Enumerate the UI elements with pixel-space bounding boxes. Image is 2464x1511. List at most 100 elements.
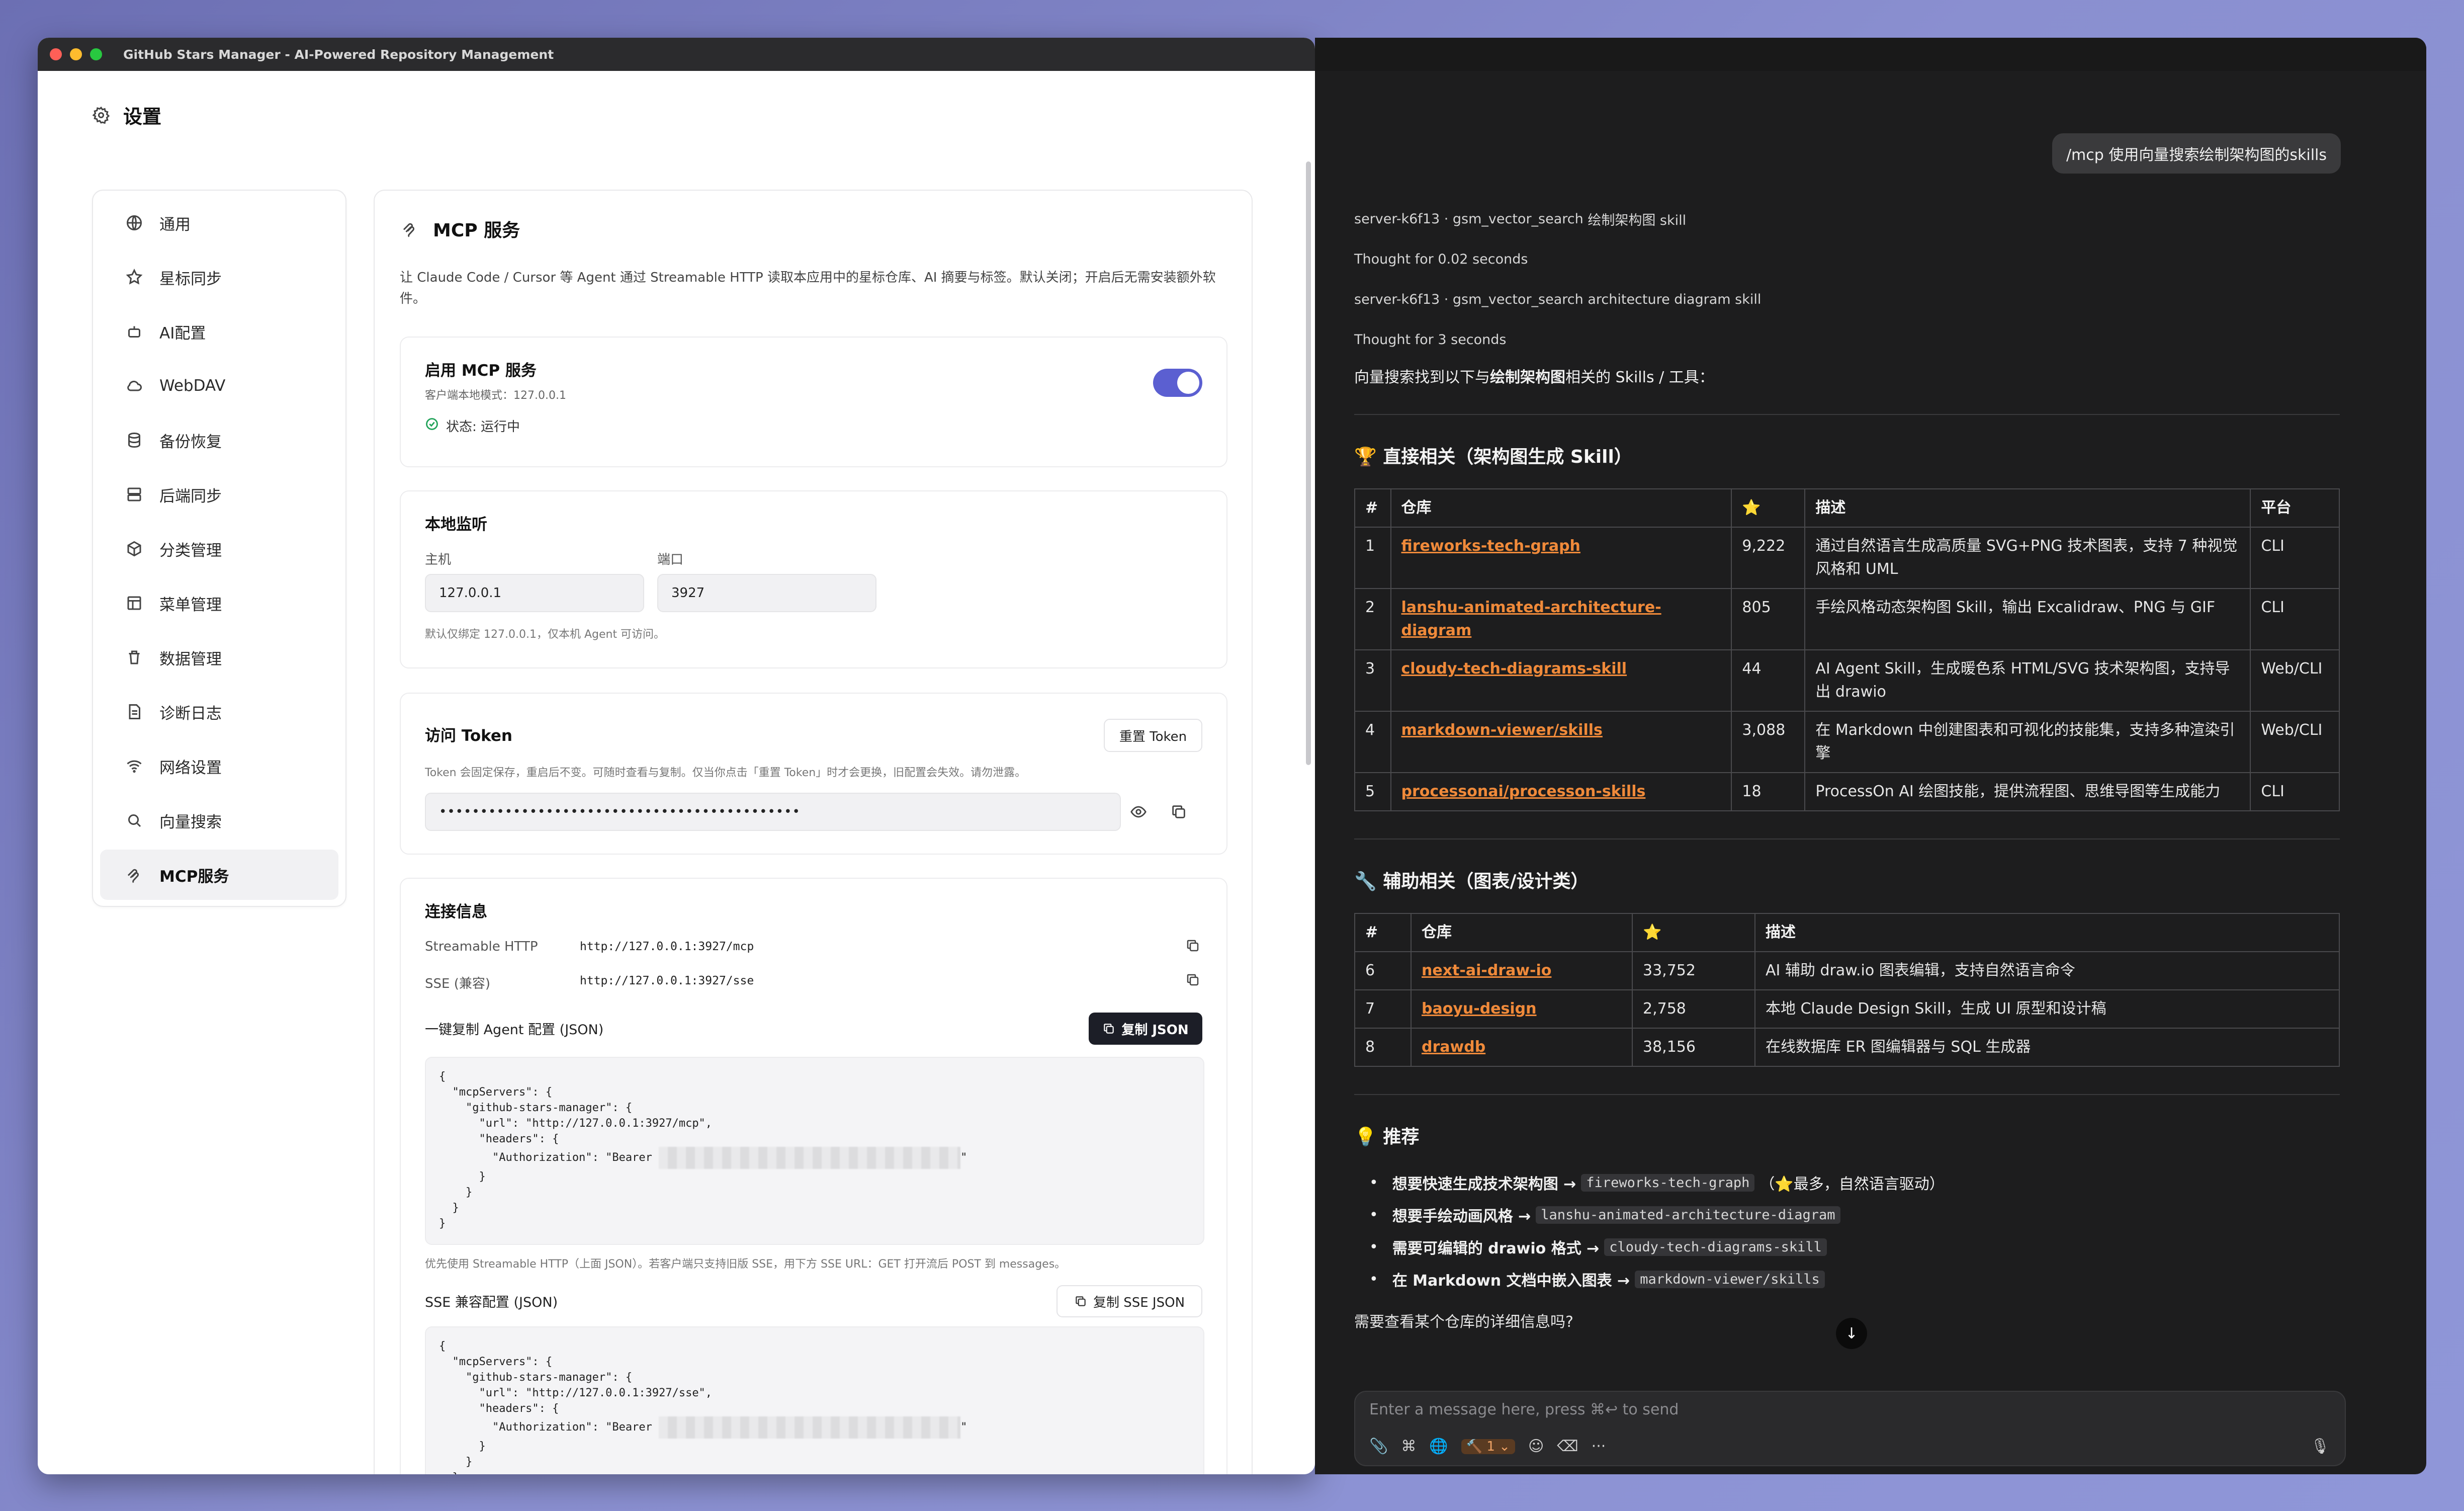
code-line: "Authorization": "Bearer " [439,1147,1190,1169]
microphone-icon[interactable]: 🎙 [2311,1438,2330,1455]
sidebar-item-5[interactable]: 后端同步 [100,469,338,520]
more-icon[interactable]: ··· [1592,1438,1606,1455]
sidebar-item-1[interactable]: 星标同步 [100,252,338,302]
table-cell: AI 辅助 draw.io 图表编辑，支持自然语言命令 [1754,951,2340,990]
host-input[interactable]: 127.0.0.1 [425,574,644,612]
cloud-icon [124,376,144,396]
sidebar-item-10[interactable]: 网络设置 [100,741,338,791]
message-input[interactable]: Enter a message here, press ⌘↩ to send [1369,1401,2331,1418]
copy-token-icon[interactable] [1170,803,1187,822]
close-window-button[interactable] [50,48,62,60]
table-header: 平台 [2250,488,2340,528]
port-label: 端口 [657,552,684,567]
server-icon [124,484,144,505]
zoom-window-button[interactable] [90,48,102,60]
sidebar-item-label: 数据管理 [159,650,222,668]
tool-call-1[interactable]: server-k6f13 · gsm_vector_search 绘制架构图 s… [1354,199,2340,239]
repo-link[interactable]: processonai/processon-skills [1401,783,1646,800]
copy-sse-icon[interactable] [1185,972,1200,989]
sidebar-item-3[interactable]: WebDAV [100,361,338,411]
port-input[interactable]: 3927 [657,574,876,612]
eye-icon[interactable] [1130,803,1147,822]
repo-link[interactable]: drawdb [1422,1038,1485,1056]
table-cell: CLI [2250,772,2340,811]
table-row: 7 baoyu-design 2,758 本地 Claude Design Skill… [1354,989,2340,1029]
sidebar-item-11[interactable]: 向量搜索 [100,795,338,846]
code-line: { [439,1070,446,1083]
connection-info-card: 连接信息 Streamable HTTP http://127.0.0.1:39… [400,878,1227,1474]
table-cell: CLI [2250,588,2340,650]
enable-mcp-toggle[interactable] [1153,369,1202,397]
recommend-item: 需要可编辑的 drawio 格式 → cloudy-tech-diagrams-… [1369,1231,2340,1263]
table-cell: next-ai-draw-io [1411,951,1633,990]
eraser-icon[interactable]: ⌫ [1557,1438,1578,1455]
code-line: } [439,1202,459,1214]
table-cell: 在线数据库 ER 图编辑器与 SQL 生成器 [1754,1028,2340,1067]
code-line: "Authorization": "Bearer " [439,1416,1190,1439]
sidebar-item-label: 菜单管理 [159,596,222,614]
copy-json-button[interactable]: 复制 JSON [1089,1013,1202,1045]
sidebar-item-4[interactable]: 备份恢复 [100,415,338,465]
globe-icon[interactable]: 🌐 [1429,1438,1448,1455]
table-cell: 805 [1731,588,1806,650]
sidebar-item-label: 备份恢复 [159,433,222,451]
code-line: } [439,1217,446,1230]
sidebar-item-7[interactable]: 菜单管理 [100,578,338,628]
repo-link[interactable]: cloudy-tech-diagrams-skill [1401,660,1627,678]
copy-sse-json-button[interactable]: 复制 SSE JSON [1057,1285,1202,1317]
table-header: 描述 [1804,488,2251,528]
repo-link[interactable]: fireworks-tech-graph [1401,537,1580,555]
sidebar-item-12[interactable]: MCP服务 [100,850,338,900]
recommend-list: 想要快速生成技术架构图 → fireworks-tech-graph （⭐最多，… [1354,1166,2340,1295]
divider [1354,1094,2340,1095]
sidebar-item-9[interactable]: 诊断日志 [100,687,338,737]
copy-sse-json-label: 复制 SSE JSON [1093,1295,1185,1310]
reset-token-button[interactable]: 重置 Token [1104,719,1202,752]
tool-arg: architecture diagram skill [1588,291,1762,307]
tools-badge[interactable]: 🔨 1 ⌄ [1461,1439,1515,1454]
tool-call-2[interactable]: server-k6f13 · gsm_vector_search archite… [1354,279,2340,319]
sidebar-item-6[interactable]: 分类管理 [100,524,338,574]
repo-link[interactable]: lanshu-animated-architecture-diagram [1401,599,1661,639]
code-line: } [439,1440,486,1453]
token-input[interactable]: ••••••••••••••••••••••••••••••••••••••••… [425,793,1121,831]
scroll-down-button[interactable]: ↓ [1836,1318,1867,1349]
repo-link[interactable]: baoyu-design [1422,1000,1537,1018]
table-cell: cloudy-tech-diagrams-skill [1390,649,1732,712]
assistant-response: server-k6f13 · gsm_vector_search 绘制架构图 s… [1354,199,2340,1331]
sidebar-item-label: AI配置 [159,324,206,343]
table-cell: 4 [1354,711,1391,773]
table-cell: 通过自然语言生成高质量 SVG+PNG 技术图表，支持 7 种视觉风格和 UML [1804,527,2251,589]
page-header: 设置 [91,101,161,129]
code-line: "mcpServers": { [439,1356,553,1368]
code-line: } [439,1456,473,1468]
table-cell: 在 Markdown 中创建图表和可视化的技能集，支持多种渲染引擎 [1804,711,2251,773]
table-cell: ProcessOn AI 绘图技能，提供流程图、思维导图等生成能力 [1804,772,2251,811]
redacted-token [659,1147,961,1169]
repo-link[interactable]: next-ai-draw-io [1422,962,1551,979]
table-cell: 6 [1354,951,1412,990]
code-line: } [439,1470,1190,1474]
thought-2[interactable]: Thought for 3 seconds [1354,319,2340,360]
sidebar-item-8[interactable]: 数据管理 [100,632,338,683]
table-cell: 1 [1354,527,1391,589]
repo-link[interactable]: markdown-viewer/skills [1401,721,1603,739]
thought-1[interactable]: Thought for 0.02 seconds [1354,239,2340,279]
table-cell: 2,758 [1632,989,1755,1029]
minimize-window-button[interactable] [70,48,82,60]
table-cell: Web/CLI [2250,711,2340,773]
scrollbar-thumb[interactable] [1306,161,1311,765]
sidebar-item-0[interactable]: 通用 [100,198,338,248]
copy-icon [1076,1296,1086,1306]
command-icon[interactable]: ⌘ [1401,1438,1416,1455]
sidebar-item-2[interactable]: AI配置 [100,306,338,357]
table-header: # [1354,488,1391,528]
emoji-icon[interactable]: ☺ [1528,1438,1544,1455]
copy-streamable-icon[interactable] [1185,938,1200,955]
message-composer[interactable]: Enter a message here, press ⌘↩ to send 📎… [1354,1391,2346,1466]
panel-title: MCP 服务 [400,216,1226,242]
code-line: "headers": { [439,1133,559,1145]
prefer-hint: 优先使用 Streamable HTTP（上面 JSON）。若客户端只支持旧版 … [425,1258,1066,1271]
connection-title: 连接信息 [425,903,487,921]
attachment-icon[interactable]: 📎 [1369,1438,1388,1455]
